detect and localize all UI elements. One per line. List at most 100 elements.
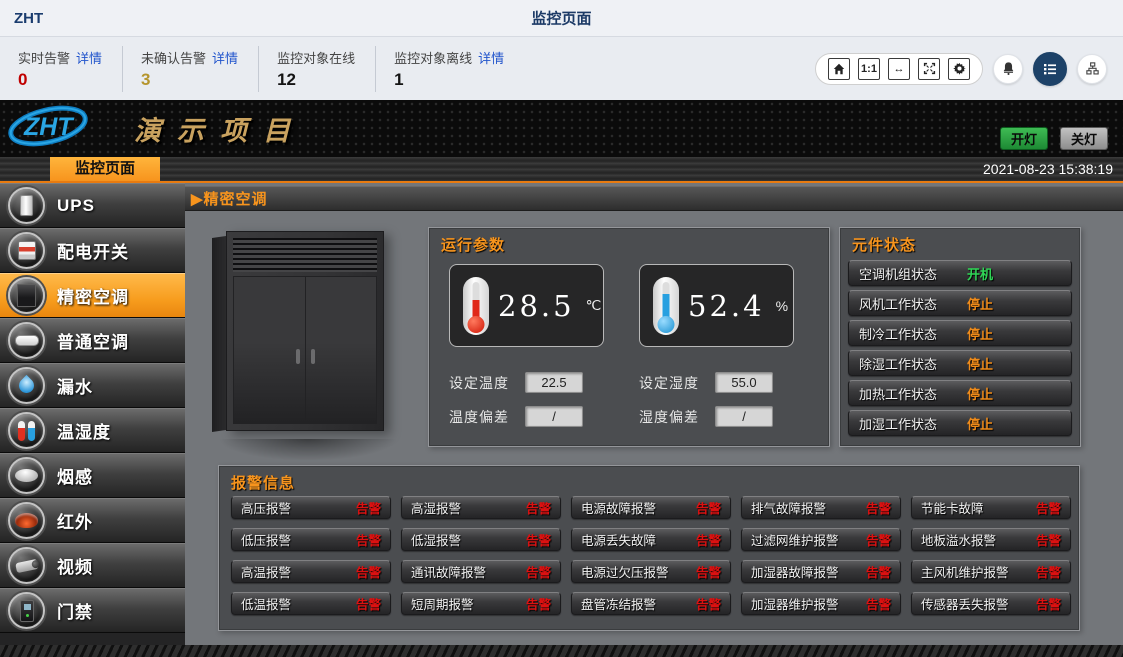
component-status-panel: 元件状态 空调机组状态开机 风机工作状态停止 制冷工作状态停止 除湿工作状态停止… bbox=[839, 227, 1081, 447]
unconfirmed-alarm-details-link[interactable]: 详情 bbox=[212, 51, 238, 66]
sidebar-item-infrared[interactable]: 红外 bbox=[0, 498, 185, 543]
alarm-info-panel: 报警信息 高压报警告警 低压报警告警 高温报警告警 低温报警告警 高湿报警告警 … bbox=[218, 465, 1080, 631]
page-title: 监控页面 bbox=[531, 8, 591, 29]
ac-unit-icon bbox=[8, 322, 45, 359]
alarm-item: 地板溢水报警告警 bbox=[911, 528, 1071, 551]
set-temperature-row: 设定温度 bbox=[449, 372, 639, 393]
status-value: 停止 bbox=[967, 354, 993, 373]
stats-bar: 实时告警详情 0 未确认告警详情 3 监控对象在线 12 监控对象离线详情 1 … bbox=[0, 36, 1123, 100]
alarm-item: 加湿器维护报警告警 bbox=[741, 592, 901, 615]
sidebar-item-temp-humidity[interactable]: 温湿度 bbox=[0, 408, 185, 453]
temperature-display: 28.5 ℃ bbox=[449, 264, 604, 347]
sidebar-item-precision-ac[interactable]: 精密空调 bbox=[0, 273, 185, 318]
status-value: 停止 bbox=[967, 294, 993, 313]
humidity-offset-row: 湿度偏差 bbox=[639, 406, 829, 427]
alarm-item: 高温报警告警 bbox=[231, 560, 391, 583]
sidebar-item-label: 烟感 bbox=[57, 463, 93, 488]
tab-bar: 监控页面 2021-08-23 15:38:19 bbox=[0, 157, 1123, 183]
home-icon[interactable] bbox=[828, 58, 850, 80]
status-row: 加热工作状态停止 bbox=[848, 380, 1072, 406]
bottom-hatch-strip bbox=[0, 645, 1123, 657]
alarm-status: 告警 bbox=[526, 530, 551, 549]
humidity-value: 52.4 bbox=[688, 289, 765, 323]
view-toolbar: 1:1 ↔ bbox=[815, 52, 1107, 86]
sidebar-item-label: UPS bbox=[57, 196, 95, 216]
alarm-column: 电源故障报警告警 电源丢失故障告警 电源过欠压报警告警 盘管冻结报警告警 bbox=[571, 496, 731, 615]
alarm-item: 电源故障报警告警 bbox=[571, 496, 731, 519]
offline-details-link[interactable]: 详情 bbox=[478, 51, 504, 66]
topology-icon[interactable] bbox=[1077, 54, 1107, 84]
alarm-item: 高湿报警告警 bbox=[401, 496, 561, 519]
stat-label: 监控对象离线 bbox=[394, 51, 472, 66]
door-access-icon bbox=[8, 592, 45, 629]
sidebar-item-power-switch[interactable]: 配电开关 bbox=[0, 228, 185, 273]
sidebar-item-water-leak[interactable]: 漏水 bbox=[0, 363, 185, 408]
humidity-offset-field[interactable] bbox=[715, 406, 773, 427]
light-off-button[interactable]: 关灯 bbox=[1061, 128, 1107, 149]
crac-unit-image: AIRSYS bbox=[200, 219, 420, 461]
main-content: ▶ 精密空调 AIRSYS 运行参数 bbox=[185, 183, 1123, 645]
alarm-item: 过滤网维护报警告警 bbox=[741, 528, 901, 551]
alarm-status: 告警 bbox=[526, 594, 551, 613]
top-bar: ZHT 监控页面 bbox=[0, 0, 1123, 36]
set-temperature-field[interactable] bbox=[525, 372, 583, 393]
alarm-status: 告警 bbox=[696, 530, 721, 549]
settings-icon[interactable] bbox=[948, 58, 970, 80]
fullscreen-icon[interactable] bbox=[918, 58, 940, 80]
alarm-status: 告警 bbox=[526, 498, 551, 517]
alarm-status: 告警 bbox=[866, 530, 891, 549]
view-controls-pill: 1:1 ↔ bbox=[815, 53, 983, 85]
crac-vents bbox=[233, 238, 377, 272]
temp-offset-field[interactable] bbox=[525, 406, 583, 427]
sidebar-item-label: 门禁 bbox=[57, 598, 93, 623]
sidebar-item-video[interactable]: 视频 bbox=[0, 543, 185, 588]
bell-icon[interactable] bbox=[993, 54, 1023, 84]
temperature-thermometer-icon bbox=[463, 277, 489, 335]
light-on-button[interactable]: 开灯 bbox=[1001, 128, 1047, 149]
smoke-detector-icon bbox=[8, 457, 45, 494]
temp-offset-label: 温度偏差 bbox=[449, 407, 525, 427]
project-title: 演示项目 bbox=[134, 109, 306, 148]
sidebar-item-label: 配电开关 bbox=[57, 238, 129, 263]
realtime-alarm-details-link[interactable]: 详情 bbox=[76, 51, 102, 66]
sidebar-item-smoke[interactable]: 烟感 bbox=[0, 453, 185, 498]
alarm-status: 告警 bbox=[1036, 530, 1061, 549]
alarm-item: 高压报警告警 bbox=[231, 496, 391, 519]
humidity-thermometer-icon bbox=[653, 277, 679, 335]
alarm-status: 告警 bbox=[1036, 562, 1061, 581]
alarm-item: 电源过欠压报警告警 bbox=[571, 560, 731, 583]
alarm-item: 盘管冻结报警告警 bbox=[571, 592, 731, 615]
humidity-unit: % bbox=[776, 298, 788, 314]
alarm-item: 低湿报警告警 bbox=[401, 528, 561, 551]
set-temperature-label: 设定温度 bbox=[449, 373, 525, 393]
infrared-icon bbox=[8, 502, 45, 539]
one-to-one-icon[interactable]: 1:1 bbox=[858, 58, 880, 80]
alarm-list-icon[interactable] bbox=[1033, 52, 1067, 86]
sidebar-item-label: 红外 bbox=[57, 508, 93, 533]
tab-monitoring-page[interactable]: 监控页面 bbox=[50, 157, 160, 181]
alarm-status: 告警 bbox=[356, 594, 381, 613]
alarm-status: 告警 bbox=[356, 562, 381, 581]
logo-text: ZHT bbox=[23, 113, 75, 141]
alarm-item: 加湿器故障报警告警 bbox=[741, 560, 901, 583]
alarm-item: 低温报警告警 bbox=[231, 592, 391, 615]
sidebar-item-access-control[interactable]: 门禁 bbox=[0, 588, 185, 633]
alarm-status: 告警 bbox=[866, 562, 891, 581]
ups-icon bbox=[8, 187, 45, 224]
status-row: 制冷工作状态停止 bbox=[848, 320, 1072, 346]
sidebar-item-ups[interactable]: UPS bbox=[0, 183, 185, 228]
sidebar-item-normal-ac[interactable]: 普通空调 bbox=[0, 318, 185, 363]
set-humidity-field[interactable] bbox=[715, 372, 773, 393]
device-sidebar: UPS 配电开关 精密空调 普通空调 漏水 温湿度 bbox=[0, 183, 185, 645]
zht-logo: ZHT bbox=[6, 102, 124, 155]
alarm-status: 告警 bbox=[356, 530, 381, 549]
section-title: 精密空调 bbox=[204, 188, 268, 209]
panel-title: 报警信息 bbox=[231, 472, 295, 493]
panel-title: 运行参数 bbox=[441, 234, 505, 255]
fit-width-icon[interactable]: ↔ bbox=[888, 58, 910, 80]
alarm-status: 告警 bbox=[696, 594, 721, 613]
alarm-item: 节能卡故障告警 bbox=[911, 496, 1071, 519]
sidebar-item-label: 普通空调 bbox=[57, 328, 129, 353]
alarm-item: 传感器丢失报警告警 bbox=[911, 592, 1071, 615]
precision-ac-icon bbox=[8, 277, 45, 314]
